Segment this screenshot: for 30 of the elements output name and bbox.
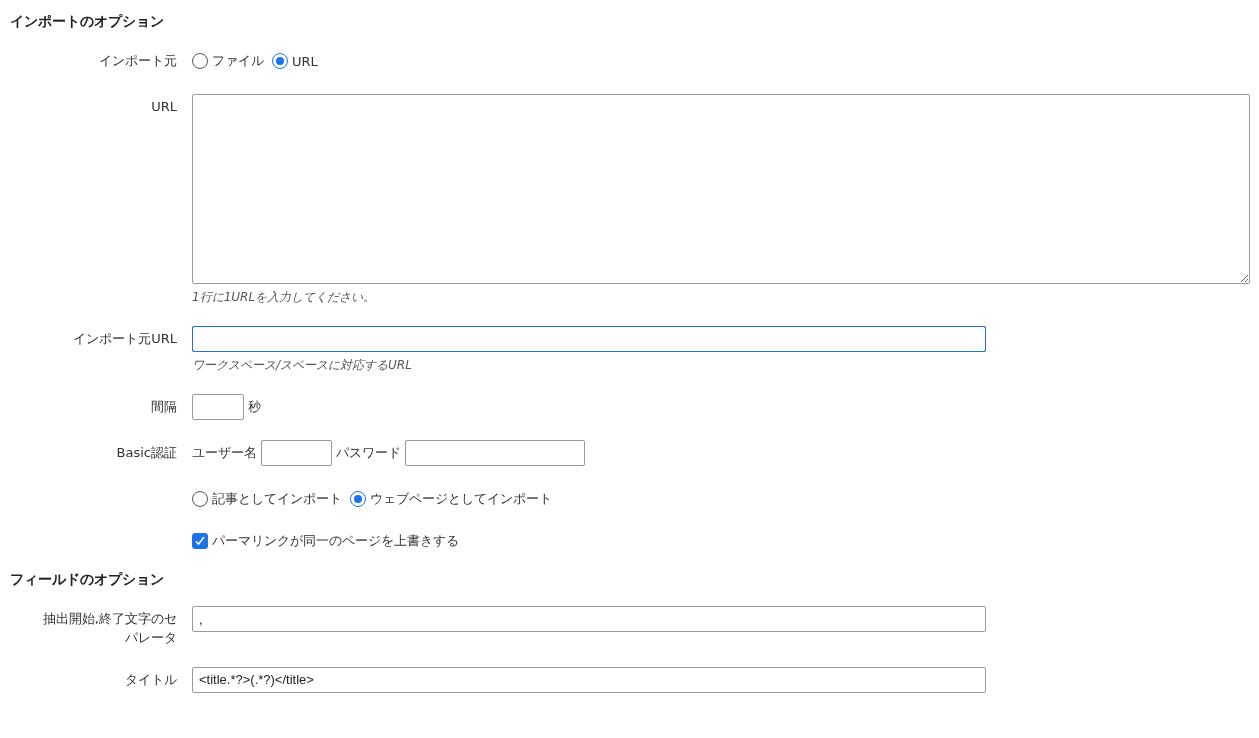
section-heading: インポートのオプション [10,12,165,31]
username-field[interactable] [261,440,332,467]
radio-option[interactable]: URL [272,53,318,70]
field-label: 間隔 [151,399,177,415]
field-label: タイトル [125,671,177,687]
radio-button[interactable] [272,53,288,70]
radio-button[interactable] [192,53,208,70]
text-field[interactable]: <title.*?>(.*?)</title> [192,666,986,693]
hint-text: 1行に1URLを入力してください。 [192,289,376,307]
field-label: URL [151,99,177,115]
radio-option[interactable]: 記事としてインポート [192,490,342,509]
checkbox-option[interactable]: パーマリンクが同一のページを上書きする [192,532,459,551]
interval-field[interactable] [192,394,244,421]
checkbox[interactable] [192,533,208,550]
field-label: インポート元URL [73,331,177,347]
password-field[interactable] [405,440,585,467]
text-field[interactable] [192,326,986,353]
password-label: パスワード [336,444,401,463]
field-label: Basic認証 [116,445,177,461]
radio-button[interactable] [192,491,208,508]
unit-label: 秒 [248,398,261,417]
radio-button[interactable] [350,491,366,508]
username-label: ユーザー名 [192,444,257,463]
hint-text: ワークスペース/スペースに対応するURL [192,357,412,375]
text-field[interactable]: , [192,606,986,633]
field-label: インポート元 [99,53,177,69]
field-label: 抽出開始,終了文字のセパレータ [42,611,177,645]
section-heading: フィールドのオプション [10,570,165,589]
radio-option[interactable]: ウェブページとしてインポート [350,490,552,509]
radio-option[interactable]: ファイル [192,52,264,71]
